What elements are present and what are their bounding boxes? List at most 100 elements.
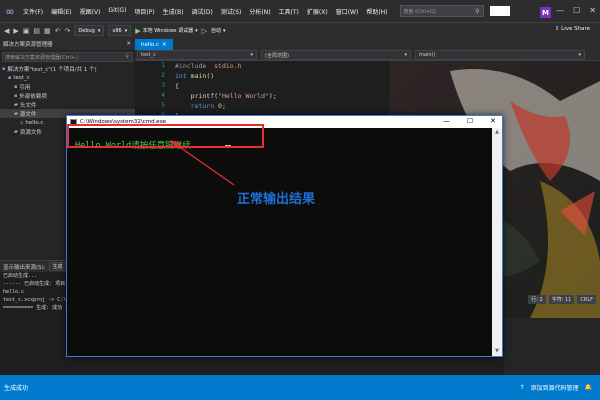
platform-select[interactable]: x86 ▾ <box>108 25 132 36</box>
run-label: 本地 Windows 调试器 <box>142 28 194 34</box>
tree-item-label: 资源文件 <box>19 129 42 136</box>
chevron-down-icon: ▾ <box>578 52 581 58</box>
maximize-icon[interactable]: ☐ <box>467 117 473 125</box>
chevron-down-icon: ▾ <box>250 52 253 58</box>
solution-search-input[interactable]: 搜索解决方案资源管理器(Ctrl+;) ⚲ <box>2 52 133 62</box>
tree-item[interactable]: ▪ 解决方案"test_c"(1 个项目/共 1 个) <box>0 64 135 73</box>
chevron-down-icon: ▾ <box>195 27 198 34</box>
live-share-button[interactable]: ⇪ Live Share <box>555 26 590 32</box>
tree-item[interactable]: ▪ 引用 <box>0 82 135 91</box>
project-dropdown[interactable]: test_c ▾ <box>137 50 257 60</box>
auto-select[interactable]: 自动 ▾ <box>211 27 226 35</box>
string-literal: "Hello World" <box>218 92 269 100</box>
tree-item-label: test_c <box>13 74 30 81</box>
function-dropdown[interactable]: main() ▾ <box>415 50 585 60</box>
menu-item[interactable]: 帮助(H) <box>362 7 391 16</box>
close-icon[interactable]: ✕ <box>490 117 496 125</box>
code-text[interactable]: #include stdio.h int main() { printf("He… <box>175 61 277 121</box>
tree-item-label: 解决方案"test_c"(1 个项目/共 1 个) <box>7 66 97 73</box>
avatar[interactable]: M <box>540 7 551 18</box>
menu-item[interactable]: 扩展(X) <box>303 7 332 16</box>
editor-status-chips: 行: 2 字符: 11 CRLF <box>528 295 596 304</box>
line-number: 5 <box>161 102 165 109</box>
code-line-5: return 0; <box>175 101 277 111</box>
new-item-icon[interactable]: ▣ <box>23 27 30 35</box>
config-select[interactable]: Debug ▾ <box>74 25 105 36</box>
line-number: 4 <box>161 92 165 99</box>
scope-value: (全局范围) <box>265 52 289 59</box>
close-icon[interactable]: ✕ <box>162 42 167 48</box>
output-source-select[interactable]: 生成 <box>48 262 67 271</box>
save-icon[interactable]: ▦ <box>44 27 51 35</box>
minimize-icon[interactable]: — <box>556 6 564 15</box>
line-number: 3 <box>161 82 165 89</box>
keyword-return: return <box>175 102 215 110</box>
cmd-console-window[interactable]: C:\Windows\system32\cmd.exe — ☐ ✕ Hello … <box>66 115 503 357</box>
bell-icon[interactable]: 🔔 <box>585 384 592 391</box>
start-without-debug-icon[interactable]: ▷ <box>202 27 207 35</box>
menu-item[interactable]: 文件(F) <box>19 7 47 16</box>
scroll-up-icon[interactable]: ▲ <box>492 128 502 137</box>
menu-bar: ∞ 文件(F) 编辑(E) 视图(V) Git(G) 项目(P) 生成(B) 调试(D) 测试… <box>0 0 600 22</box>
maximize-icon[interactable]: ☐ <box>573 6 580 15</box>
editor-status-chip[interactable]: CRLF <box>577 295 596 304</box>
open-icon[interactable]: ▤ <box>33 27 40 35</box>
references-icon: ▪ <box>14 83 18 90</box>
search-input[interactable]: 搜索 (Ctrl+Q) ⚲ <box>399 5 484 17</box>
line-number: 2 <box>161 72 165 79</box>
menu-item[interactable]: 项目(P) <box>130 7 158 16</box>
chevron-down-icon: ▾ <box>223 27 226 34</box>
status-right: ↑ 添加到源代码管理 🔔 <box>519 383 592 392</box>
run-debugger-button[interactable]: ▶ 本地 Windows 调试器 ▾ <box>135 27 197 35</box>
project-value: test_c <box>141 52 156 58</box>
add-to-source-control-button[interactable]: 添加到源代码管理 <box>531 383 579 392</box>
pin-icon[interactable]: ✕ <box>126 41 131 47</box>
header-name: stdio.h <box>206 62 242 70</box>
editor-status-chip[interactable]: 行: 2 <box>528 295 546 304</box>
console-scrollbar[interactable]: ▲ ▼ <box>492 128 502 356</box>
tree-item[interactable]: ▪ 外部依赖项 <box>0 91 135 100</box>
auto-value: 自动 <box>211 28 222 34</box>
printf-call: printf( <box>175 92 219 100</box>
project-icon: ▪ <box>8 74 12 81</box>
forward-icon[interactable]: ▶ <box>13 27 18 35</box>
menu-item[interactable]: 窗口(W) <box>332 7 363 16</box>
statement-end: ); <box>268 92 277 100</box>
output-source-label: 显示输出来源(S): <box>3 264 46 271</box>
undo-icon[interactable]: ↶ <box>55 27 61 35</box>
search-icon: ⚲ <box>475 7 480 15</box>
menu-item[interactable]: 生成(B) <box>159 7 188 16</box>
menu-item[interactable]: Git(G) <box>104 7 130 16</box>
search-placeholder: 搜索 (Ctrl+Q) <box>403 8 437 15</box>
menu-item[interactable]: 分析(N) <box>245 7 274 16</box>
console-window-controls: — ☐ ✕ <box>443 117 496 125</box>
c-file-icon: ▫ <box>20 119 24 126</box>
tree-item[interactable]: ▰ 头文件 <box>0 100 135 109</box>
menu-item[interactable]: 视图(V) <box>76 7 105 16</box>
tree-item[interactable]: ▪ test_c <box>0 73 135 82</box>
folder-icon: ▰ <box>14 110 18 117</box>
navigation-bar: test_c ▾ (全局范围) ▾ main() ▾ <box>135 50 600 61</box>
menu-item[interactable]: 测试(S) <box>217 7 246 16</box>
platform-value: x86 <box>112 27 122 34</box>
annotation-label: 正常输出结果 <box>237 192 316 207</box>
solution-icon: ▪ <box>2 65 6 72</box>
back-icon[interactable]: ◀ <box>4 27 9 35</box>
console-body[interactable]: Hello World请按任意键继续. . . <box>67 128 493 356</box>
editor-status-chip[interactable]: 字符: 11 <box>548 295 575 304</box>
minimize-icon[interactable]: — <box>443 117 450 125</box>
close-icon[interactable]: ✕ <box>589 6 596 15</box>
function-value: main() <box>419 52 436 58</box>
tab-hello-c[interactable]: hello.c ✕ <box>135 39 173 50</box>
solution-title-chip <box>489 6 510 16</box>
scroll-down-icon[interactable]: ▼ <box>492 347 502 356</box>
scope-dropdown[interactable]: (全局范围) ▾ <box>261 50 411 60</box>
chevron-down-icon: ▾ <box>97 27 101 34</box>
menu-item[interactable]: 工具(T) <box>275 7 303 16</box>
tree-item-label: 头文件 <box>19 102 37 109</box>
menu-item[interactable]: 调试(D) <box>188 7 217 16</box>
redo-icon[interactable]: ↷ <box>65 27 71 35</box>
menu-item[interactable]: 编辑(E) <box>47 7 75 16</box>
visual-studio-logo-icon: ∞ <box>5 4 15 18</box>
tree-item-label: 外部依赖项 <box>19 93 47 100</box>
